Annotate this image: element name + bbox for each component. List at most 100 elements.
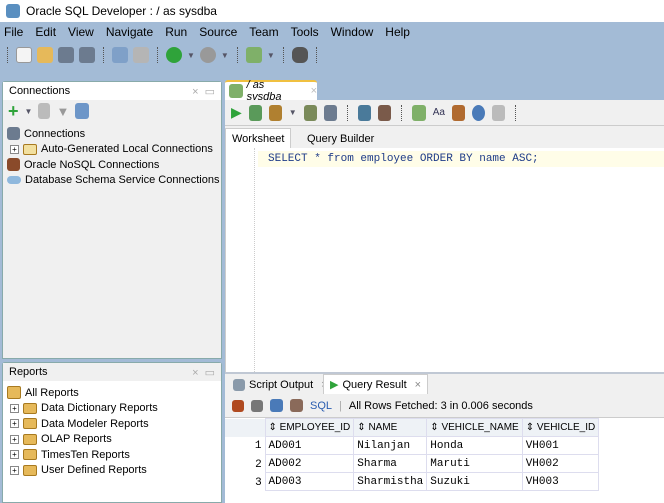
expand-icon[interactable]: + [10, 404, 19, 413]
expand-icon[interactable]: + [10, 145, 19, 154]
menu-help[interactable]: Help [385, 25, 410, 39]
autotrace-icon[interactable] [269, 105, 282, 121]
tab-query-builder[interactable]: Query Builder [301, 130, 380, 148]
menu-source[interactable]: Source [199, 25, 237, 39]
menu-edit[interactable]: Edit [35, 25, 56, 39]
new-icon[interactable] [16, 47, 32, 63]
worksheet-subtabs: Worksheet Query Builder [225, 128, 664, 148]
sql-statement[interactable]: SELECT * from employee ORDER BY name ASC… [258, 151, 664, 167]
expand-icon[interactable]: + [10, 450, 19, 459]
column-header[interactable]: ⇕ VEHICLE_ID [522, 419, 599, 437]
connections-title: Connections [9, 85, 70, 97]
cloud-icon [7, 176, 21, 184]
menu-navigate[interactable]: Navigate [106, 25, 153, 39]
panel-close-icon[interactable]: × ▭ [192, 366, 215, 379]
run-statement-icon[interactable]: ▶ [231, 104, 242, 121]
open-icon[interactable] [37, 47, 53, 63]
connections-panel: Connections × ▭ +▼ ▼ Connections +Auto-G… [2, 81, 222, 359]
window-title: Oracle SQL Developer : / as sysdba [26, 4, 217, 18]
tree-item-all-reports[interactable]: All Reports [7, 385, 221, 401]
export-icon[interactable] [290, 399, 303, 412]
folder-icon [23, 144, 37, 155]
unshared-sql-icon[interactable] [412, 105, 426, 121]
menu-file[interactable]: File [4, 25, 23, 39]
tree-item-report[interactable]: +OLAP Reports [7, 432, 221, 448]
menu-bar: File Edit View Navigate Run Source Team … [0, 22, 664, 42]
save-all-icon[interactable] [79, 47, 95, 63]
add-connection-icon[interactable]: + [8, 101, 19, 122]
forward-icon[interactable] [200, 47, 216, 63]
tree-item-report[interactable]: +User Defined Reports [7, 463, 221, 479]
table-row[interactable]: 3AD003SharmisthaSuzukiVH003 [225, 473, 599, 491]
dba-icon[interactable] [492, 105, 505, 121]
expand-icon[interactable]: + [10, 466, 19, 475]
table-row[interactable]: 2AD002SharmaMarutiVH002 [225, 455, 599, 473]
tree-item-report[interactable]: +Data Dictionary Reports [7, 401, 221, 417]
editor-tab[interactable]: / as sysdba × [225, 80, 317, 100]
pin-icon[interactable] [232, 400, 244, 412]
column-header[interactable]: ⇕ VEHICLE_NAME [427, 419, 522, 437]
to-upper-icon[interactable]: Aa [433, 107, 445, 118]
grid-header: ⇕ EMPLOYEE_ID ⇕ NAME ⇕ VEHICLE_NAME ⇕ VE… [225, 419, 599, 437]
eraser-icon[interactable] [452, 105, 465, 121]
undo-icon[interactable] [112, 47, 128, 63]
tree-item-auto-generated[interactable]: +Auto-Generated Local Connections [7, 142, 221, 158]
script-output-icon [233, 379, 245, 391]
menu-run[interactable]: Run [165, 25, 187, 39]
refresh-icon[interactable] [38, 103, 50, 119]
folder-icon [23, 465, 37, 476]
back-icon[interactable] [166, 47, 182, 63]
run-script-icon[interactable] [249, 105, 262, 121]
tab-query-result[interactable]: ▶Query Result× [323, 374, 428, 394]
redo-icon[interactable] [133, 47, 149, 63]
explain-plan-icon[interactable] [304, 105, 317, 121]
sql-editor[interactable]: SELECT * from employee ORDER BY name ASC… [225, 148, 664, 372]
expand-icon[interactable]: + [10, 435, 19, 444]
history-icon[interactable] [472, 105, 485, 121]
results-grid: ⇕ EMPLOYEE_ID ⇕ NAME ⇕ VEHICLE_NAME ⇕ VE… [225, 418, 599, 491]
panel-close-icon[interactable]: × ▭ [192, 85, 215, 98]
folder-icon [23, 418, 37, 429]
tab-script-output[interactable]: Script Output× [227, 376, 334, 394]
tree-item-connections[interactable]: Connections [7, 126, 221, 142]
reports-title: Reports [9, 366, 48, 378]
folder-icon [23, 403, 37, 414]
filter-icon[interactable]: ▼ [56, 104, 69, 119]
connections-toolbar: +▼ ▼ [3, 100, 221, 122]
fetch-status: All Rows Fetched: 3 in 0.006 seconds [349, 400, 533, 412]
rollback-icon[interactable] [378, 105, 391, 121]
tree-item-report[interactable]: +TimesTen Reports [7, 447, 221, 463]
column-header[interactable]: ⇕ NAME [354, 419, 427, 437]
column-header[interactable]: ⇕ EMPLOYEE_ID [265, 419, 354, 437]
tree-item-nosql[interactable]: Oracle NoSQL Connections [7, 157, 221, 173]
menu-window[interactable]: Window [331, 25, 374, 39]
sql-worksheet-icon[interactable] [246, 47, 262, 63]
tree-item-schema-service[interactable]: Database Schema Service Connections [7, 173, 221, 189]
sql-link[interactable]: SQL [310, 400, 332, 412]
close-tab-icon[interactable]: × [311, 85, 317, 97]
menu-team[interactable]: Team [249, 25, 278, 39]
worksheet-toolbar: ▶ ▼ Aa [225, 100, 664, 126]
folder-icon [23, 434, 37, 445]
tree-item-report[interactable]: +Data Modeler Reports [7, 416, 221, 432]
close-tab-icon[interactable]: × [415, 379, 421, 391]
menu-tools[interactable]: Tools [291, 25, 319, 39]
print-icon[interactable] [251, 400, 263, 412]
sql-tuning-icon[interactable] [324, 105, 337, 121]
editor-area: ▶ ▼ Aa Worksheet Query Builder SELECT * … [225, 100, 664, 372]
expand-icon[interactable]: + [10, 419, 19, 428]
schema-browser-icon[interactable] [75, 103, 89, 119]
database-icon [7, 127, 20, 140]
tab-worksheet[interactable]: Worksheet [225, 128, 291, 148]
reports-panel: Reports × ▭ All Reports +Data Dictionary… [2, 362, 222, 503]
binoculars-icon[interactable] [292, 47, 308, 63]
folder-icon [23, 449, 37, 460]
refresh-icon[interactable] [270, 399, 283, 412]
menu-view[interactable]: View [68, 25, 94, 39]
results-tabs: Script Output× ▶Query Result× [225, 372, 664, 394]
title-bar: Oracle SQL Developer : / as sysdba [0, 0, 664, 22]
commit-icon[interactable] [358, 105, 371, 121]
table-row[interactable]: 1AD001NilanjanHondaVH001 [225, 437, 599, 455]
save-icon[interactable] [58, 47, 74, 63]
results-panel: Script Output× ▶Query Result× SQL | All … [225, 372, 664, 503]
